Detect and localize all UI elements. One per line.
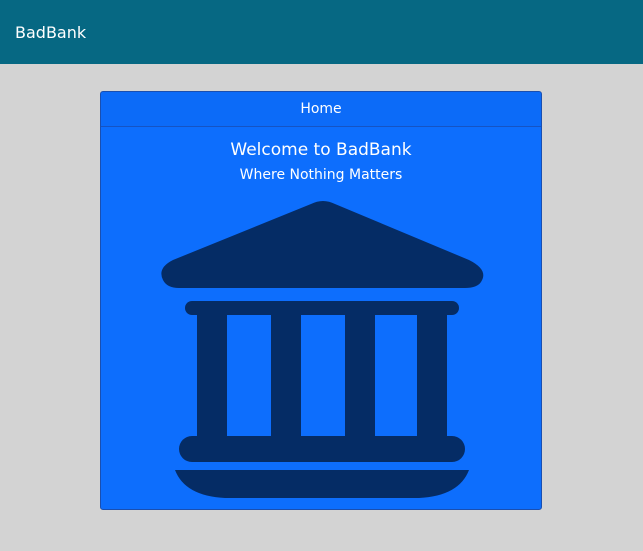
bank-base [179,436,465,462]
bank-roof [161,201,484,288]
navbar-brand[interactable]: BadBank [15,23,86,42]
bank-column [197,312,227,440]
card-subtitle: Where Nothing Matters [239,167,403,183]
navbar: BadBank [0,0,643,64]
bank-column [417,312,447,440]
bank-column [345,312,375,440]
bank-building-icon [161,201,484,498]
home-card: Home Welcome to BadBank Where Nothing Ma… [100,91,542,510]
bank-foundation [175,470,469,498]
card-header: Home [101,92,541,127]
bank-column [271,312,301,440]
card-title: Welcome to BadBank [230,140,412,160]
